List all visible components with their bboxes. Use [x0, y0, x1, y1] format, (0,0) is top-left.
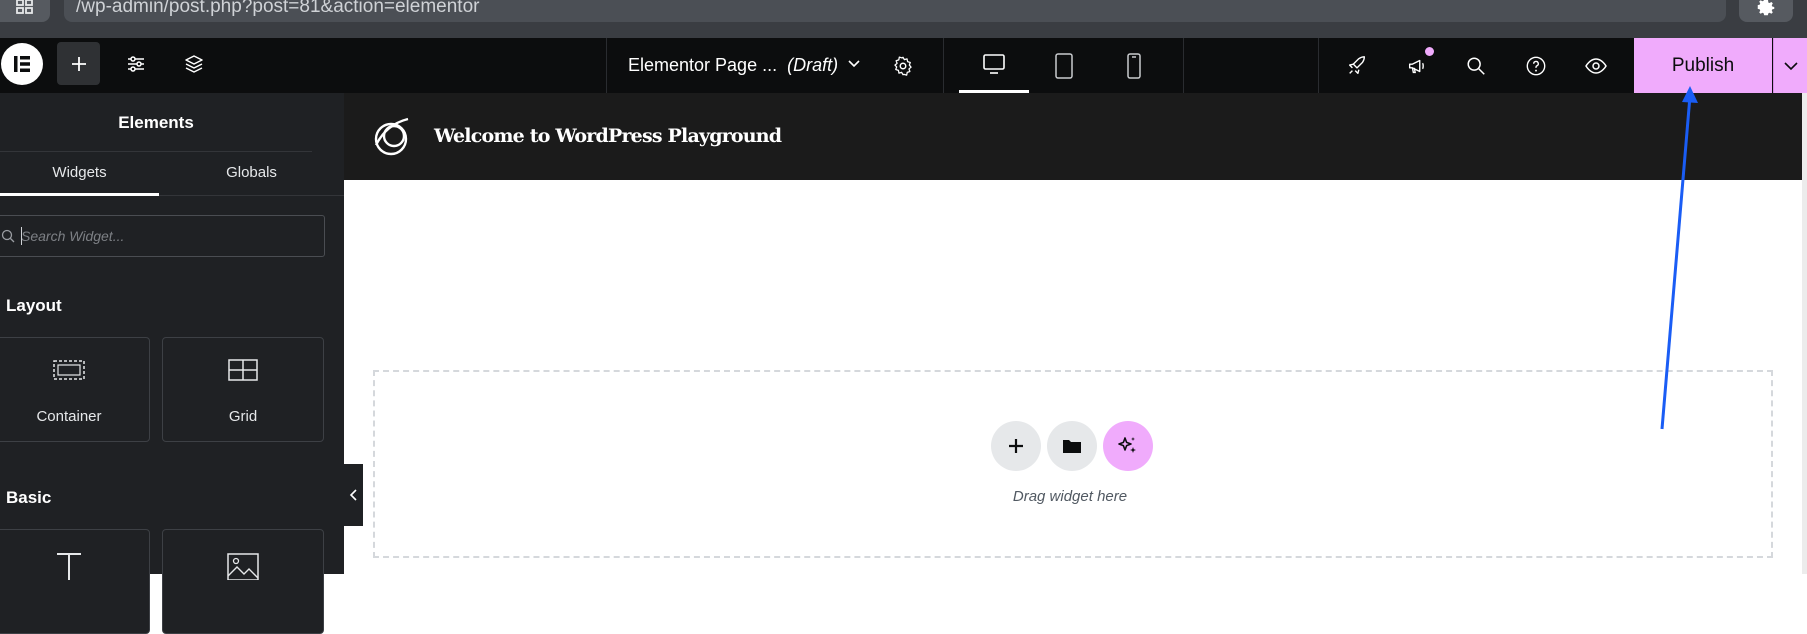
- publish-button[interactable]: Publish: [1634, 38, 1772, 93]
- add-element-button[interactable]: [57, 42, 100, 85]
- help-icon: [1526, 56, 1545, 75]
- preview-button[interactable]: [1574, 44, 1617, 87]
- page-settings-button[interactable]: [881, 44, 924, 87]
- image-icon: [227, 553, 259, 580]
- page-title-button[interactable]: Elementor Page ... (Draft): [628, 55, 838, 76]
- device-desktop-button[interactable]: [959, 38, 1029, 93]
- notification-badge: [1425, 47, 1434, 56]
- page-title: Elementor Page ...: [628, 55, 778, 75]
- search-icon: [1466, 56, 1485, 75]
- widget-label: Grid: [228, 408, 258, 425]
- widget-label: Container: [36, 408, 102, 425]
- chevron-down-icon: [1783, 61, 1798, 70]
- document-title-area: Elementor Page ... (Draft): [606, 38, 944, 93]
- publish-options-dropdown[interactable]: [1773, 38, 1807, 93]
- add-section-icon: [1009, 439, 1023, 453]
- device-mobile-button[interactable]: [1099, 38, 1169, 93]
- panel-tabs: Widgets Globals: [0, 153, 344, 196]
- tablet-icon: [1055, 52, 1073, 79]
- rocket-icon: [1348, 55, 1365, 74]
- add-section-button[interactable]: [991, 421, 1041, 471]
- widget-image[interactable]: [162, 529, 324, 634]
- template-library-icon: [1063, 440, 1081, 453]
- drop-hint: Drag widget here: [1012, 488, 1128, 505]
- url-field[interactable]: /wp-admin/post.php?post=81&action=elemen…: [64, 0, 1726, 22]
- search-input[interactable]: [21, 226, 311, 246]
- elements-panel: Elements Widgets Globals Layout Containe…: [0, 93, 344, 634]
- widget-container[interactable]: Container: [0, 337, 150, 442]
- apps-button[interactable]: [0, 0, 50, 22]
- search-icon: [1, 229, 15, 243]
- gear-icon: [893, 55, 912, 76]
- structure-layers-icon: [184, 54, 203, 73]
- site-title[interactable]: Welcome to WordPress Playground: [434, 125, 782, 147]
- site-settings-icon: [127, 55, 144, 72]
- widget-heading[interactable]: [0, 529, 150, 634]
- site-settings-button[interactable]: [114, 42, 157, 85]
- finder-button[interactable]: [1454, 44, 1497, 87]
- text-cursor: [21, 227, 22, 245]
- widget-search[interactable]: [0, 215, 325, 257]
- heading-text-icon: [57, 553, 81, 580]
- panel-title: Elements: [0, 93, 312, 152]
- category-title-layout: Layout: [6, 296, 62, 315]
- gear-icon: [1757, 0, 1775, 16]
- elementor-logo-icon: [14, 56, 30, 72]
- widget-grid[interactable]: Grid: [162, 337, 324, 442]
- divider: [1318, 38, 1319, 93]
- page-options-dropdown[interactable]: [847, 55, 861, 78]
- browser-settings-button[interactable]: [1739, 0, 1793, 22]
- panel-collapse-toggle[interactable]: [344, 464, 363, 526]
- site-launch-button[interactable]: [1335, 44, 1378, 87]
- category-title-basic: Basic: [6, 488, 52, 507]
- page-status: (Draft): [787, 55, 839, 75]
- container-icon: [53, 360, 85, 380]
- device-tablet-button[interactable]: [1029, 38, 1099, 93]
- desktop-icon: [983, 54, 1005, 74]
- site-header: Welcome to WordPress Playground: [344, 93, 1802, 180]
- chevron-left-icon: [349, 489, 357, 501]
- mobile-icon: [1127, 52, 1141, 79]
- ai-build-button[interactable]: [1103, 421, 1153, 471]
- structure-button[interactable]: [172, 42, 215, 85]
- add-template-button[interactable]: [1047, 421, 1097, 471]
- tab-widgets[interactable]: Widgets: [0, 153, 159, 196]
- elementor-logo-button[interactable]: [1, 43, 43, 85]
- megaphone-icon: [1408, 59, 1424, 73]
- grid-icon: [16, 0, 33, 14]
- help-button[interactable]: [1514, 44, 1557, 87]
- tab-globals[interactable]: Globals: [172, 153, 331, 196]
- canvas-scrollbar[interactable]: [1802, 93, 1807, 574]
- preview-eye-icon: [1584, 57, 1607, 74]
- ai-sparkle-icon: [1118, 437, 1136, 453]
- editor-top-bar: Elementor Page ... (Draft): [0, 38, 1807, 93]
- wordpress-playground-logo-icon: [370, 115, 412, 162]
- grid-layout-icon: [228, 359, 258, 381]
- responsive-mode-switcher: [944, 38, 1184, 93]
- add-element-icon: [71, 56, 86, 71]
- browser-address-bar: /wp-admin/post.php?post=81&action=elemen…: [0, 0, 1807, 38]
- chevron-down-icon: [848, 60, 860, 68]
